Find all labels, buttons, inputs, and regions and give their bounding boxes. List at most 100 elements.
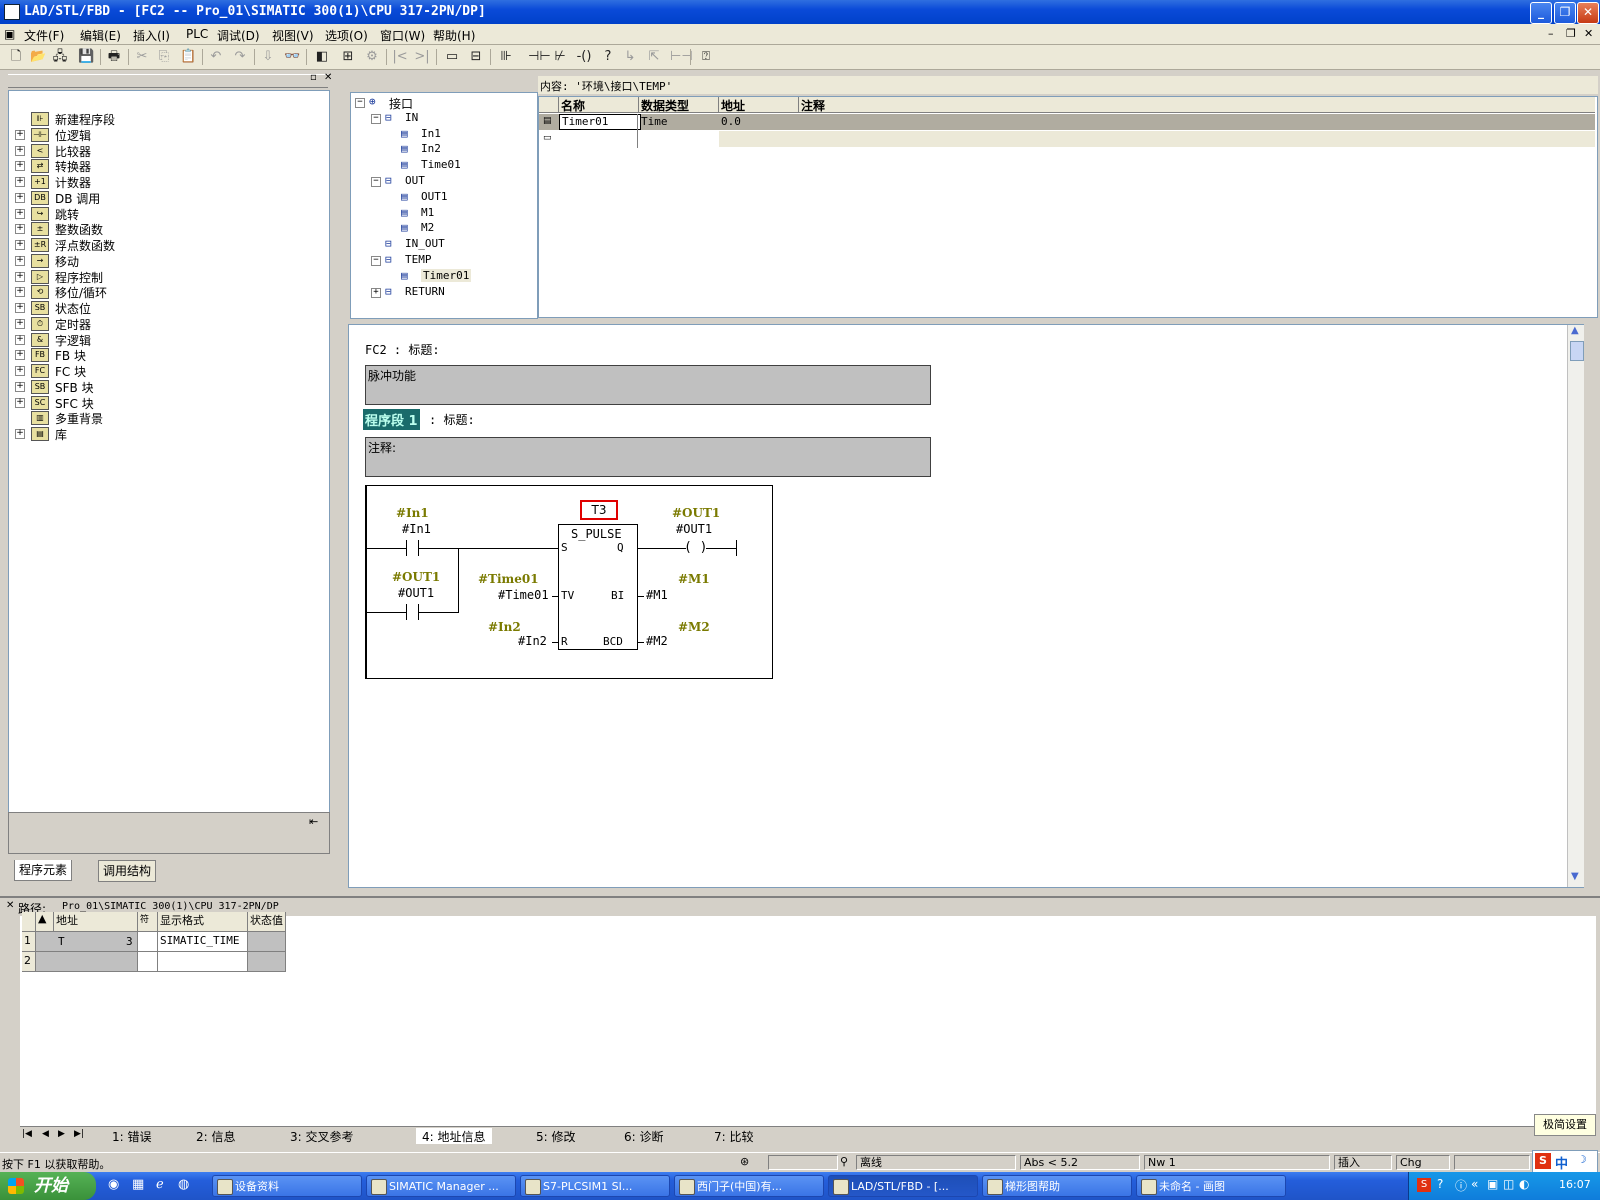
var-type-cell[interactable]: Time xyxy=(641,115,668,128)
expand-icon[interactable]: − xyxy=(355,98,365,108)
menu-options[interactable]: 选项(O) xyxy=(325,27,368,44)
col-grid-address[interactable]: 地址 xyxy=(54,912,138,932)
expand-icon[interactable]: + xyxy=(15,192,25,203)
tray-network-icon[interactable]: ◫ xyxy=(1503,1177,1514,1191)
interface-table[interactable]: 名称 数据类型 地址 注释 ▤ Timer01 Time 0.0 ▭ xyxy=(538,96,1598,318)
tab-last-icon[interactable]: ▶| xyxy=(74,1129,84,1139)
expand-icon[interactable]: + xyxy=(15,240,25,250)
ime-lang[interactable]: 中 xyxy=(1555,1153,1568,1172)
redo-icon[interactable]: ↷ xyxy=(232,49,248,65)
var-name-cell[interactable]: Timer01 xyxy=(559,114,641,130)
expand-icon[interactable]: − xyxy=(371,256,381,266)
expand-icon[interactable]: + xyxy=(15,224,25,235)
expand-icon[interactable]: + xyxy=(15,334,25,345)
tab-cross-reference[interactable]: 3: 交叉参考 xyxy=(290,1128,354,1144)
new-icon[interactable]: 🗋 xyxy=(8,49,24,65)
expand-icon[interactable]: − xyxy=(371,113,381,124)
start-button[interactable]: 开始 xyxy=(0,1172,96,1200)
ime-bar[interactable]: S 中 ☽ xyxy=(1532,1150,1598,1174)
col-address[interactable]: 地址 xyxy=(719,97,799,113)
details-close-icon[interactable]: ✕ xyxy=(6,900,14,911)
contact1-operand[interactable]: #In1 xyxy=(402,522,431,536)
col-datatype[interactable]: 数据类型 xyxy=(639,97,719,113)
menu-window[interactable]: 窗口(W) xyxy=(380,27,425,44)
expand-icon[interactable]: + xyxy=(15,303,25,313)
quicklaunch-browser-icon[interactable]: ◍ xyxy=(178,1177,189,1192)
col-comment[interactable]: 注释 xyxy=(799,97,1595,113)
cut-icon[interactable]: ✂ xyxy=(134,49,150,65)
task-siemens-web[interactable]: 西门子(中国)有... xyxy=(674,1175,824,1197)
tab-modify[interactable]: 5: 修改 xyxy=(536,1128,576,1144)
mdi-close-icon[interactable]: ✕ xyxy=(1584,27,1593,40)
accessible-nodes-icon[interactable]: 🖧 xyxy=(52,49,68,65)
mdi-minimize-icon[interactable]: – xyxy=(1548,27,1554,40)
menu-file[interactable]: 文件(F) xyxy=(24,27,64,44)
scroll-thumb[interactable] xyxy=(1570,341,1584,361)
network-view-icon[interactable]: ⊞ xyxy=(340,49,356,65)
no-contact-icon[interactable]: ⊣⊢ xyxy=(528,49,551,65)
monitor-icon[interactable]: 👓 xyxy=(284,49,300,65)
bi-operand[interactable]: #M1 xyxy=(646,588,668,602)
col-grid-symbol[interactable]: 符 xyxy=(138,912,158,932)
undo-icon[interactable]: ↶ xyxy=(208,49,224,65)
task-paint[interactable]: 未命名 - 画图 xyxy=(1136,1175,1286,1197)
paste-icon[interactable]: 📋 xyxy=(180,49,196,65)
nc-contact-icon[interactable]: ⊬ xyxy=(552,49,568,65)
col-grid-format[interactable]: 显示格式 xyxy=(158,912,248,932)
menu-debug[interactable]: 调试(D) xyxy=(217,27,260,44)
maximize-button[interactable]: ❐ xyxy=(1554,2,1576,24)
task-plcsim[interactable]: S7-PLCSIM1 SI... xyxy=(520,1175,670,1197)
editor-scrollbar[interactable]: ▲ ▼ xyxy=(1567,325,1584,887)
grid-format-cell[interactable] xyxy=(158,952,248,972)
scroll-up-icon[interactable]: ▲ xyxy=(1571,325,1579,336)
context-help-icon[interactable]: ⍰ xyxy=(698,49,714,65)
expand-icon[interactable]: + xyxy=(15,366,25,376)
minimize-button[interactable]: _ xyxy=(1530,2,1552,24)
copy-icon[interactable]: ⎘ xyxy=(156,49,172,65)
interface-tree[interactable]: − ⊕ 接口 − ⊟ IN ▤ In1 ▤ In2 ▤ Time01− ⊟ OUT ▤ OUT1 ▤ M1 ▤ M2 ⊟… xyxy=(350,92,538,319)
quicklaunch-media-icon[interactable]: ◉ xyxy=(108,1177,119,1192)
coil-icon[interactable]: -() xyxy=(576,49,592,65)
mdi-system-icon[interactable]: ▣ xyxy=(4,27,15,41)
address-info-grid[interactable]: ▲ 地址 符 显示格式 状态值 1 T 3 SIMATIC_TIME 2 xyxy=(22,912,286,976)
col-grid-value[interactable]: 状态值 xyxy=(248,912,286,932)
r-operand[interactable]: #In2 xyxy=(518,634,547,648)
expand-icon[interactable]: + xyxy=(15,145,25,156)
expand-icon[interactable]: + xyxy=(15,271,25,282)
col-name[interactable]: 名称 xyxy=(559,97,639,113)
expand-icon[interactable]: + xyxy=(371,287,381,298)
tab-errors[interactable]: 1: 错误 xyxy=(112,1128,152,1144)
coil-glyph[interactable]: ( ) xyxy=(684,540,707,555)
tab-compare[interactable]: 7: 比较 xyxy=(714,1128,754,1144)
detail-view-icon[interactable]: ⊟ xyxy=(468,49,484,65)
task-lad-stl-fbd[interactable]: LAD/STL/FBD - [... xyxy=(828,1175,978,1197)
online-icon[interactable]: ⚙ xyxy=(364,49,380,65)
tab-program-elements[interactable]: 程序元素 xyxy=(14,860,73,881)
expand-icon[interactable]: + xyxy=(15,177,25,187)
tab-next-icon[interactable]: ▶ xyxy=(58,1129,65,1139)
print-icon[interactable]: 🖶 xyxy=(106,49,122,65)
grid-address-cell[interactable]: T 3 xyxy=(36,932,138,952)
network-title[interactable]: : 标题: xyxy=(429,411,475,428)
expand-icon[interactable]: + xyxy=(15,318,25,329)
expand-icon[interactable]: + xyxy=(15,397,25,408)
ladder-network[interactable]: #In1 #In1 #OUT1 #OUT1 T3 S_PULSE S Q TV … xyxy=(365,485,773,679)
block-title[interactable]: FC2 : 标题: xyxy=(365,341,440,358)
contact2-operand[interactable]: #OUT1 xyxy=(398,586,434,600)
tray-clock[interactable]: 16:07 xyxy=(1559,1178,1591,1191)
new-network-icon[interactable]: ⊪ xyxy=(498,49,514,65)
expand-icon[interactable]: + xyxy=(15,129,25,140)
expand-icon[interactable]: + xyxy=(15,208,25,219)
tab-info[interactable]: 2: 信息 xyxy=(196,1128,236,1144)
tab-address-info[interactable]: 4: 地址信息 xyxy=(416,1128,492,1144)
task-device-docs[interactable]: 设备资料 xyxy=(212,1175,362,1197)
panel-dock-icon[interactable]: ▫ xyxy=(310,72,317,83)
program-elements-tree[interactable]: ⊪ 新建程序段 + ⊣⊢ 位逻辑 + < 比较器 + ⇄ 转换器 + +1 计数器 + DB DB 调用 + ↪ 跳转… xyxy=(8,90,330,814)
expand-icon[interactable]: + xyxy=(15,161,25,172)
timer-box[interactable]: S_PULSE S Q TV BI R BCD xyxy=(558,524,638,650)
load-icon[interactable]: ⇩ xyxy=(260,49,276,65)
lad-view-icon[interactable]: ▭ xyxy=(444,49,460,65)
scroll-down-icon[interactable]: ▼ xyxy=(1571,871,1579,882)
open-branch-icon[interactable]: ↳ xyxy=(622,49,638,65)
tray-help-icon[interactable]: ? xyxy=(1437,1177,1443,1191)
